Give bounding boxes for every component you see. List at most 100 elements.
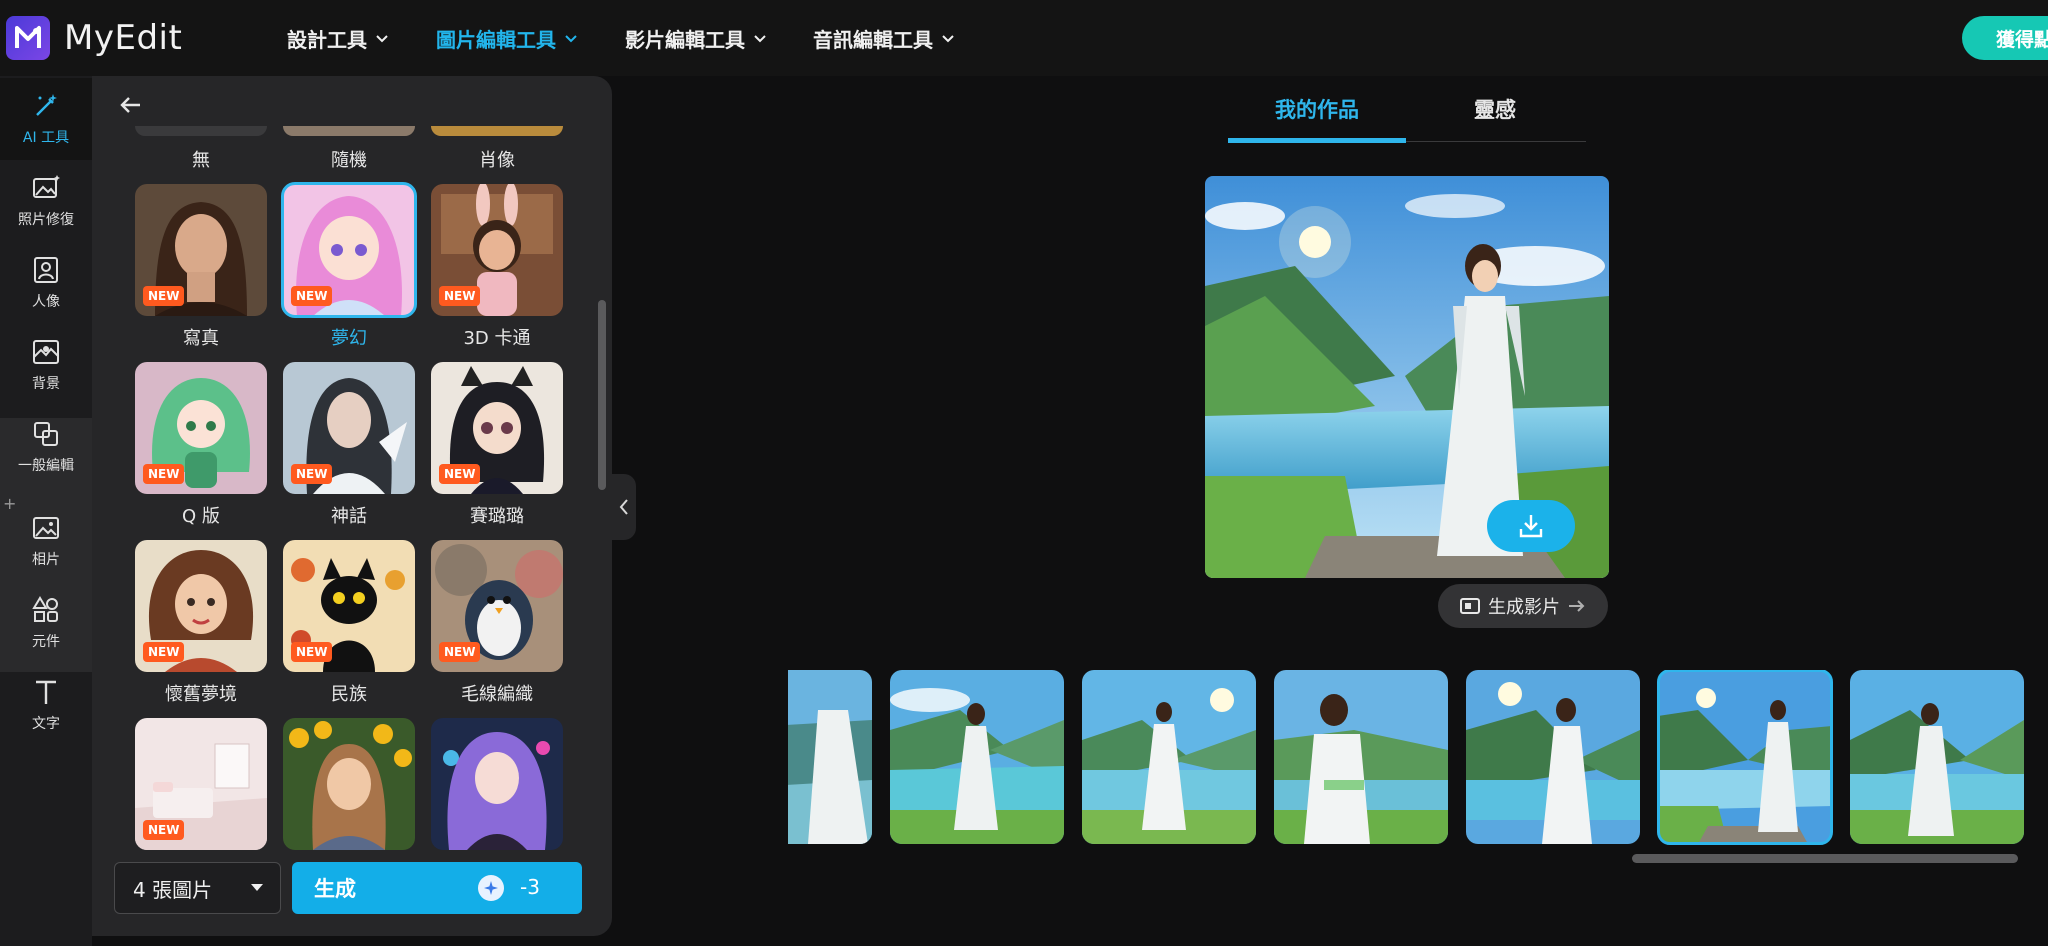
chevron-down-icon	[942, 34, 954, 42]
style-thumb: NEW	[135, 362, 267, 494]
result-thumb-6-selected[interactable]	[1657, 670, 1833, 845]
result-thumb-image	[1466, 670, 1640, 844]
shapes-icon	[32, 596, 58, 622]
image-count-select[interactable]: 4 張圖片	[114, 862, 281, 914]
rail-label: 人像	[32, 294, 60, 310]
text-icon	[36, 680, 56, 704]
style-card-retro-dream[interactable]: NEW 懷舊夢境	[135, 540, 267, 706]
new-badge: NEW	[291, 286, 333, 306]
style-label: 毛線編織	[461, 684, 533, 705]
style-label: 神話	[331, 506, 367, 527]
back-arrow-icon[interactable]	[116, 90, 146, 120]
result-thumb-image	[1658, 670, 1832, 844]
style-label: 賽璐璐	[470, 506, 524, 527]
result-thumb-image	[1082, 670, 1256, 844]
rail-item-portrait[interactable]: 人像	[0, 242, 92, 324]
style-card-knitting[interactable]: NEW 毛線編織	[431, 540, 563, 706]
style-label: 寫真	[183, 328, 219, 349]
video-button-label: 生成影片	[1488, 597, 1560, 618]
style-thumb: NEW	[135, 718, 267, 850]
style-thumb	[431, 718, 563, 850]
chevron-down-icon	[754, 34, 766, 42]
style-card-myth[interactable]: NEW 神話	[283, 362, 415, 528]
nav-design-tools[interactable]: 設計工具	[287, 24, 389, 53]
new-badge: NEW	[439, 286, 481, 306]
credit-icon	[478, 875, 504, 901]
background-icon	[33, 340, 59, 364]
new-badge: NEW	[143, 464, 185, 484]
tab-inspiration[interactable]: 靈感	[1406, 94, 1584, 124]
rail-label: 文字	[32, 716, 60, 732]
style-card-sunflower[interactable]	[283, 718, 415, 850]
generate-label: 生成	[314, 877, 356, 901]
rail-item-ai-tools[interactable]: AI 工具	[0, 78, 92, 160]
new-badge: NEW	[291, 642, 333, 662]
active-tab-indicator	[1228, 138, 1406, 143]
style-thumb	[283, 718, 415, 850]
magic-wand-icon	[36, 94, 57, 116]
new-badge: NEW	[439, 642, 481, 662]
style-thumb: NEW	[431, 540, 563, 672]
nav-label: 圖片編輯工具	[436, 28, 556, 52]
style-grid: 無 隨機 肖像 NEW 寫真 NEW 夢幻 NEW 3D 卡通 NEW Q 版	[120, 126, 582, 850]
style-thumb-selected: NEW	[281, 182, 417, 318]
style-label: 懷舊夢境	[165, 684, 237, 705]
result-thumb-2[interactable]	[890, 670, 1064, 844]
style-thumb-none[interactable]	[135, 126, 267, 136]
app-logo[interactable]	[6, 16, 50, 60]
collapse-panel-button[interactable]	[612, 474, 636, 540]
image-icon	[33, 517, 59, 539]
new-badge: NEW	[291, 464, 333, 484]
generate-button[interactable]: 生成 -3	[292, 862, 582, 914]
result-thumb-3[interactable]	[1082, 670, 1256, 844]
nav-video-tools[interactable]: 影片編輯工具	[625, 24, 767, 53]
new-badge: NEW	[143, 286, 185, 306]
nav-image-tools[interactable]: 圖片編輯工具	[436, 24, 578, 53]
style-card-interior[interactable]: NEW	[135, 718, 267, 850]
nav-audio-tools[interactable]: 音訊編輯工具	[813, 24, 955, 53]
rail-item-elements[interactable]: 元件	[0, 582, 92, 664]
style-label: 夢幻	[331, 328, 367, 349]
style-card-photo[interactable]: NEW 寫真	[135, 184, 267, 350]
result-thumb-7[interactable]	[1850, 670, 2024, 844]
panel-scrollbar[interactable]	[598, 300, 606, 490]
rail-item-general-edit[interactable]: 一般編輯	[0, 406, 92, 488]
style-thumb: NEW	[283, 540, 415, 672]
download-button[interactable]	[1487, 500, 1575, 552]
result-thumb-1[interactable]	[788, 670, 872, 844]
result-thumb-image	[1850, 670, 2024, 844]
rail-label: 背景	[32, 376, 60, 392]
generate-video-button[interactable]: 生成影片	[1438, 584, 1608, 628]
rail-label: AI 工具	[22, 130, 70, 146]
get-points-button[interactable]: 獲得點	[1962, 16, 2048, 60]
rail-item-text[interactable]: 文字	[0, 664, 92, 746]
rail-item-photo-repair[interactable]: 照片修復	[0, 160, 92, 242]
style-card-3d-cartoon[interactable]: NEW 3D 卡通	[431, 184, 563, 350]
style-label: 隨機	[331, 150, 367, 171]
app-name: MyEdit	[64, 18, 183, 58]
style-card-dreamy[interactable]: NEW 夢幻	[281, 182, 417, 350]
result-thumb-5[interactable]	[1466, 670, 1640, 844]
strip-scrollbar[interactable]	[1632, 854, 2018, 863]
style-thumb: NEW	[431, 184, 563, 316]
result-thumb-4[interactable]	[1274, 670, 1448, 844]
purple-hair-girl-thumb	[431, 718, 563, 850]
rail-item-photos[interactable]: 相片	[0, 500, 92, 582]
style-thumb-portrait[interactable]	[431, 126, 563, 136]
style-label: 肖像	[479, 150, 515, 171]
download-icon	[1519, 515, 1543, 538]
style-card-celluloid[interactable]: NEW 賽璐璐	[431, 362, 563, 528]
style-card-ethnic[interactable]: NEW 民族	[283, 540, 415, 706]
new-badge: NEW	[439, 464, 481, 484]
rail-item-background[interactable]: 背景	[0, 324, 92, 406]
style-thumb-random[interactable]	[283, 126, 415, 136]
portrait-icon	[34, 257, 58, 283]
nav-label: 影片編輯工具	[625, 28, 745, 52]
style-card-chibi[interactable]: NEW Q 版	[135, 362, 267, 528]
rail-label: 照片修復	[18, 212, 74, 228]
credit-cost: -3	[520, 875, 540, 899]
style-card-fantasy-purple[interactable]	[431, 718, 563, 850]
tab-my-works[interactable]: 我的作品	[1228, 94, 1406, 124]
result-thumbnail-strip	[788, 670, 2028, 846]
video-icon	[1460, 598, 1480, 614]
